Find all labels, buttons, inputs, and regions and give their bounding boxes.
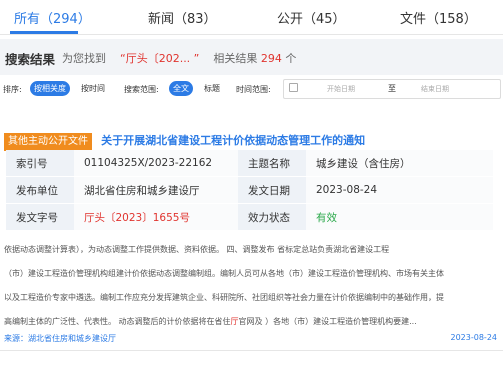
snippet-line: 高编制主体的广泛性、代表性。 动态调整后的计价依据将在省住厅官网及 ）各地（市）… — [4, 310, 501, 334]
result-date: 2023-08-24 — [450, 333, 498, 342]
table-row: 发布单位 湖北省住房和城乡建设厅 发文日期 2023-08-24 — [6, 176, 493, 204]
snippet-text: 官网及 ）各地（市）建设工程造价管理机构要建... — [238, 317, 417, 326]
results-count: 294 — [260, 52, 282, 65]
date-range-picker[interactable]: 开始日期 至 结束日期 — [283, 79, 501, 99]
date-start-input[interactable]: 开始日期 — [327, 84, 355, 94]
result-title-link[interactable]: 关于开展湖北省建设工程计价依据动态管理工作的通知 — [101, 133, 365, 149]
topic-label: 主题名称 — [238, 150, 306, 177]
result-title-row: 其他主动公开文件 关于开展湖北省建设工程计价依据动态管理工作的通知 — [4, 129, 365, 151]
status-label: 效力状态 — [238, 203, 306, 231]
publisher-value: 湖北省住房和城乡建设厅 — [74, 176, 238, 204]
scope-title-button[interactable]: 标题 — [200, 81, 224, 96]
sort-time-button[interactable]: 按时间 — [77, 81, 109, 96]
snippet-line: （市）建设工程造价管理机构组建计价依据动态调整编制组。编制人员可从各地（市）建设… — [4, 269, 444, 278]
result-metadata-table: 索引号 01104325X/2023-22162 主题名称 城乡建设（含住房） … — [6, 150, 493, 231]
doc-number-value: 厅头〔2023〕1655号 — [74, 203, 238, 231]
index-label: 索引号 — [6, 150, 74, 177]
results-count-text: 为您找到 “厅头〔202... ” 相关结果 294 个 — [62, 50, 296, 66]
search-keyword: “厅头〔202... ” — [120, 52, 200, 65]
calendar-icon — [289, 83, 298, 92]
tab-public[interactable]: 公开（45） — [277, 8, 346, 27]
doc-number-label: 发文字号 — [6, 203, 74, 231]
snippet-line: 以及工程造价专家中遴选。编制工作应充分发挥建筑企业、科研院所、社团组织等社会力量… — [4, 293, 444, 302]
scope-fulltext-button[interactable]: 全文 — [169, 81, 193, 96]
category-tag[interactable]: 其他主动公开文件 — [4, 133, 92, 151]
active-tab-indicator — [10, 31, 78, 34]
date-value: 2023-08-24 — [306, 176, 493, 204]
results-prefix: 为您找到 — [62, 52, 106, 65]
sort-relevance-button[interactable]: 按相关度 — [30, 81, 70, 96]
sort-label: 排序: — [3, 85, 22, 94]
divider — [0, 350, 503, 351]
result-snippet: 依据动态调整计算表），为动态调整工作提供数据、资料依据。 四、调整发布 省标定总… — [4, 238, 501, 334]
snippet-highlight: 厅 — [230, 317, 239, 326]
results-middle: 相关结果 — [213, 52, 258, 65]
results-summary: 搜索结果 为您找到 “厅头〔202... ” 相关结果 294 个 — [0, 39, 503, 75]
time-range-label: 时间范围: — [236, 85, 271, 94]
scope-label: 搜索范围: — [124, 85, 159, 94]
status-value: 有效 — [306, 203, 493, 231]
category-tabs: 所有（294） 新闻（83） 公开（45） 文件（158） — [0, 0, 503, 35]
snippet-line: 依据动态调整计算表），为动态调整工作提供数据、资料依据。 四、调整发布 省标定总… — [4, 245, 390, 254]
date-end-input[interactable]: 结束日期 — [421, 84, 449, 94]
results-suffix: 个 — [285, 52, 297, 65]
snippet-text: 高编制主体的广泛性、代表性。 动态调整后的计价依据将在省住 — [4, 317, 231, 326]
date-label: 发文日期 — [238, 176, 306, 204]
publisher-label: 发布单位 — [6, 176, 74, 204]
date-separator: 至 — [388, 84, 396, 93]
tab-files[interactable]: 文件（158） — [400, 8, 477, 27]
table-row: 索引号 01104325X/2023-22162 主题名称 城乡建设（含住房） — [6, 150, 493, 177]
table-row: 发文字号 厅头〔2023〕1655号 效力状态 有效 — [6, 203, 493, 231]
topic-value: 城乡建设（含住房） — [306, 150, 493, 177]
index-value: 01104325X/2023-22162 — [74, 150, 238, 177]
tab-all[interactable]: 所有（294） — [14, 8, 91, 27]
results-heading: 搜索结果 — [5, 52, 56, 67]
result-source[interactable]: 来源：湖北省住房和城乡建设厅 — [4, 333, 116, 344]
tab-news[interactable]: 新闻（83） — [148, 8, 217, 27]
